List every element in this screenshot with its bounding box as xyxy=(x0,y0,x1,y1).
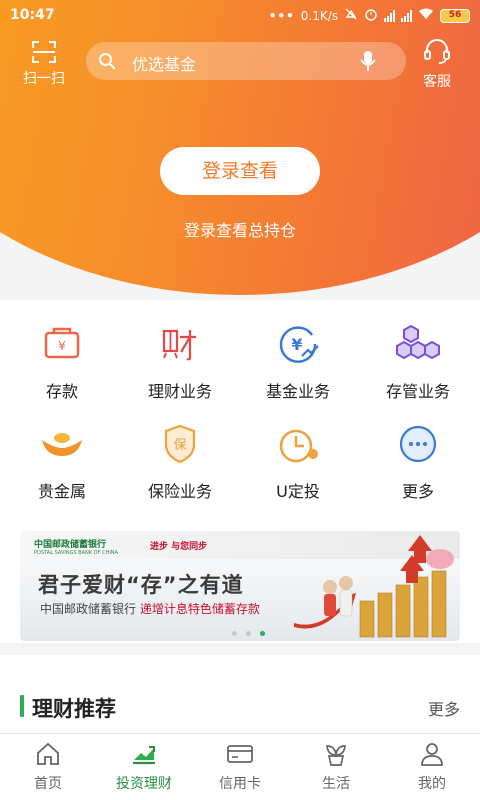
menu-item-insurance[interactable]: 保 保险业务 xyxy=(120,422,240,502)
service-label: 客服 xyxy=(423,74,451,90)
recommend-title: 理财推荐 xyxy=(32,697,116,721)
status-bar: 10:47 ••• 0.1K/s 56 xyxy=(0,0,480,32)
banner-section: 中国邮政储蓄银行 POSTAL SAVINGS BANK OF CHINA 进步… xyxy=(0,525,480,643)
home-icon xyxy=(37,742,59,765)
wealth-icon xyxy=(162,329,196,361)
tab-life[interactable]: 生活 xyxy=(288,741,384,793)
headset-icon xyxy=(424,39,450,64)
hero-section: 10:47 ••• 0.1K/s 56 扫一扫 优选基金 客服 登录查看 登录查… xyxy=(0,0,480,300)
deposit-icon: ¥ xyxy=(44,327,80,359)
page-dot-active xyxy=(260,631,265,636)
wifi-icon xyxy=(418,8,434,23)
investment-icon xyxy=(133,746,155,765)
page-dot xyxy=(232,631,237,636)
signal-icon xyxy=(401,9,412,22)
banner-title: 君子爱财“存”之有道 xyxy=(38,573,244,597)
recommend-section: 理财推荐 更多 xyxy=(0,655,480,733)
tab-label: 信用卡 xyxy=(219,776,261,792)
mute-icon xyxy=(344,7,358,24)
section-accent-bar xyxy=(20,695,24,717)
menu-item-deposit[interactable]: ¥ 存款 xyxy=(2,322,122,402)
bank-logo: 中国邮政储蓄银行 POSTAL SAVINGS BANK OF CHINA xyxy=(34,540,118,556)
clock-icon xyxy=(279,429,318,463)
banner-page-indicator xyxy=(232,631,265,636)
tab-investment[interactable]: 投资理财 xyxy=(96,741,192,793)
menu-item-fund[interactable]: ¥ 基金业务 xyxy=(238,322,358,402)
bottom-tab-bar: 首页 投资理财 信用卡 生活 我的 xyxy=(0,733,480,800)
service-menu-grid: ¥ 存款 理财业务 ¥ 基金业务 存管业务 贵金属 保 保险业务 U定投 更多 xyxy=(0,300,480,525)
login-button[interactable]: 登录查看 xyxy=(160,147,320,195)
tab-label: 我的 xyxy=(418,776,446,792)
menu-label: 更多 xyxy=(401,482,434,501)
life-icon xyxy=(326,745,346,766)
menu-item-precious-metal[interactable]: 贵金属 xyxy=(2,422,122,502)
menu-item-wealth[interactable]: 理财业务 xyxy=(120,322,240,402)
tab-label: 首页 xyxy=(34,776,62,792)
menu-label: 存款 xyxy=(45,382,78,401)
battery-icon: 56 xyxy=(440,8,470,23)
menu-label: 存管业务 xyxy=(385,382,450,401)
status-icons: ••• 0.1K/s 56 xyxy=(269,7,470,24)
banner-subtitle: 中国邮政储蓄银行 递增计息特色储蓄存款 xyxy=(40,602,260,616)
menu-item-more[interactable]: 更多 xyxy=(358,422,478,502)
more-icon xyxy=(399,425,437,463)
microphone-icon[interactable] xyxy=(360,50,376,72)
scan-label: 扫一扫 xyxy=(23,71,65,87)
gold-ingot-icon xyxy=(42,433,82,456)
menu-label: 贵金属 xyxy=(37,482,86,501)
insurance-icon: 保 xyxy=(164,424,196,464)
login-subtitle[interactable]: 登录查看总持仓 xyxy=(0,217,480,241)
menu-item-u-invest[interactable]: U定投 xyxy=(238,422,358,502)
tab-home[interactable]: 首页 xyxy=(0,741,96,793)
scan-button[interactable]: 扫一扫 xyxy=(18,40,70,88)
recommend-more-link[interactable]: 更多 xyxy=(428,696,460,720)
menu-label: U定投 xyxy=(276,482,320,501)
alarm-icon xyxy=(364,7,378,24)
customer-service-button[interactable]: 客服 xyxy=(408,38,466,91)
scan-icon xyxy=(32,41,56,63)
user-icon xyxy=(421,743,443,766)
search-icon xyxy=(99,53,115,69)
custody-icon xyxy=(396,324,440,360)
signal-hd-icon xyxy=(384,9,395,22)
menu-label: 保险业务 xyxy=(147,482,212,501)
notification-dots-icon: ••• xyxy=(268,8,295,23)
tab-credit-card[interactable]: 信用卡 xyxy=(192,741,288,793)
tab-mine[interactable]: 我的 xyxy=(384,741,480,793)
network-speed: 0.1K/s xyxy=(300,8,338,23)
svg-text:保: 保 xyxy=(173,438,186,453)
promo-banner[interactable]: 中国邮政储蓄银行 POSTAL SAVINGS BANK OF CHINA 进步… xyxy=(20,531,460,641)
menu-label: 理财业务 xyxy=(147,382,212,401)
search-placeholder: 优选基金 xyxy=(132,55,197,74)
tab-label: 生活 xyxy=(322,776,350,792)
svg-text:¥: ¥ xyxy=(58,339,66,353)
search-input[interactable]: 优选基金 xyxy=(86,42,406,80)
page-dot xyxy=(246,631,251,636)
menu-label: 基金业务 xyxy=(265,382,330,401)
fund-icon: ¥ xyxy=(279,326,319,363)
banner-slogan: 进步 与您同步 xyxy=(150,542,208,552)
credit-card-icon xyxy=(227,745,253,763)
menu-item-custody[interactable]: 存管业务 xyxy=(358,322,478,402)
tab-label: 投资理财 xyxy=(116,776,172,792)
coin-stacks-illustration xyxy=(294,535,454,638)
svg-text:¥: ¥ xyxy=(291,335,302,354)
status-time: 10:47 xyxy=(10,7,55,23)
